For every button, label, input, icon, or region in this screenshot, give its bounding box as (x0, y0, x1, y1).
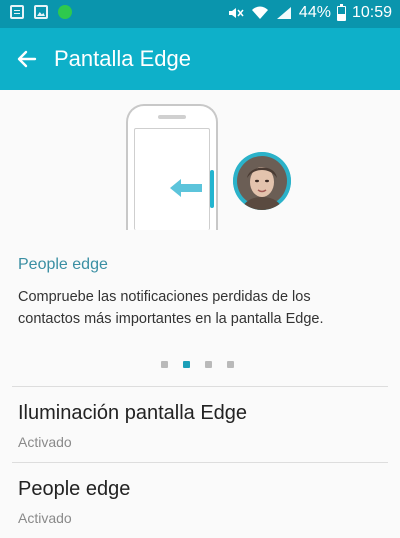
feature-title: People edge (18, 256, 108, 273)
page-dot[interactable] (183, 361, 190, 368)
wifi-icon (251, 6, 268, 19)
setting-row-iluminacion[interactable]: Iluminación pantalla Edge Activado (0, 388, 400, 462)
divider (12, 386, 388, 387)
page-dot[interactable] (227, 361, 234, 368)
system-icons: 44% 10:59 (227, 3, 392, 22)
feature-description: Compruebe las notificaciones perdidas de… (18, 289, 324, 327)
battery-icon (336, 3, 346, 21)
page-dot[interactable] (161, 361, 168, 368)
edge-handle (210, 170, 214, 208)
page-title: Pantalla Edge (54, 46, 191, 71)
notification-icons (10, 5, 72, 19)
setting-title: Iluminación pantalla Edge (18, 402, 248, 424)
feature-illustration (0, 90, 400, 240)
contact-avatar-icon (233, 152, 291, 210)
chat-app-icon (58, 5, 72, 19)
setting-status: Activado (18, 434, 72, 450)
image-icon (34, 5, 48, 19)
clock: 10:59 (351, 4, 392, 21)
page-indicator (161, 361, 234, 368)
setting-row-people-edge[interactable]: People edge Activado (0, 464, 400, 538)
mute-icon (228, 8, 244, 18)
status-bar: 44% 10:59 (0, 0, 400, 28)
battery-percent: 44% (298, 4, 331, 21)
phone-outline-icon (126, 104, 218, 230)
signal-icon (276, 7, 291, 19)
app-bar: Pantalla Edge (0, 28, 400, 90)
swipe-left-arrow-icon (170, 179, 202, 197)
phone-speaker (158, 115, 186, 119)
arrow-left-icon[interactable] (14, 46, 40, 72)
document-icon (10, 5, 24, 19)
setting-title: People edge (18, 478, 131, 500)
divider (12, 462, 388, 463)
setting-status: Activado (18, 510, 72, 526)
page-dot[interactable] (205, 361, 212, 368)
